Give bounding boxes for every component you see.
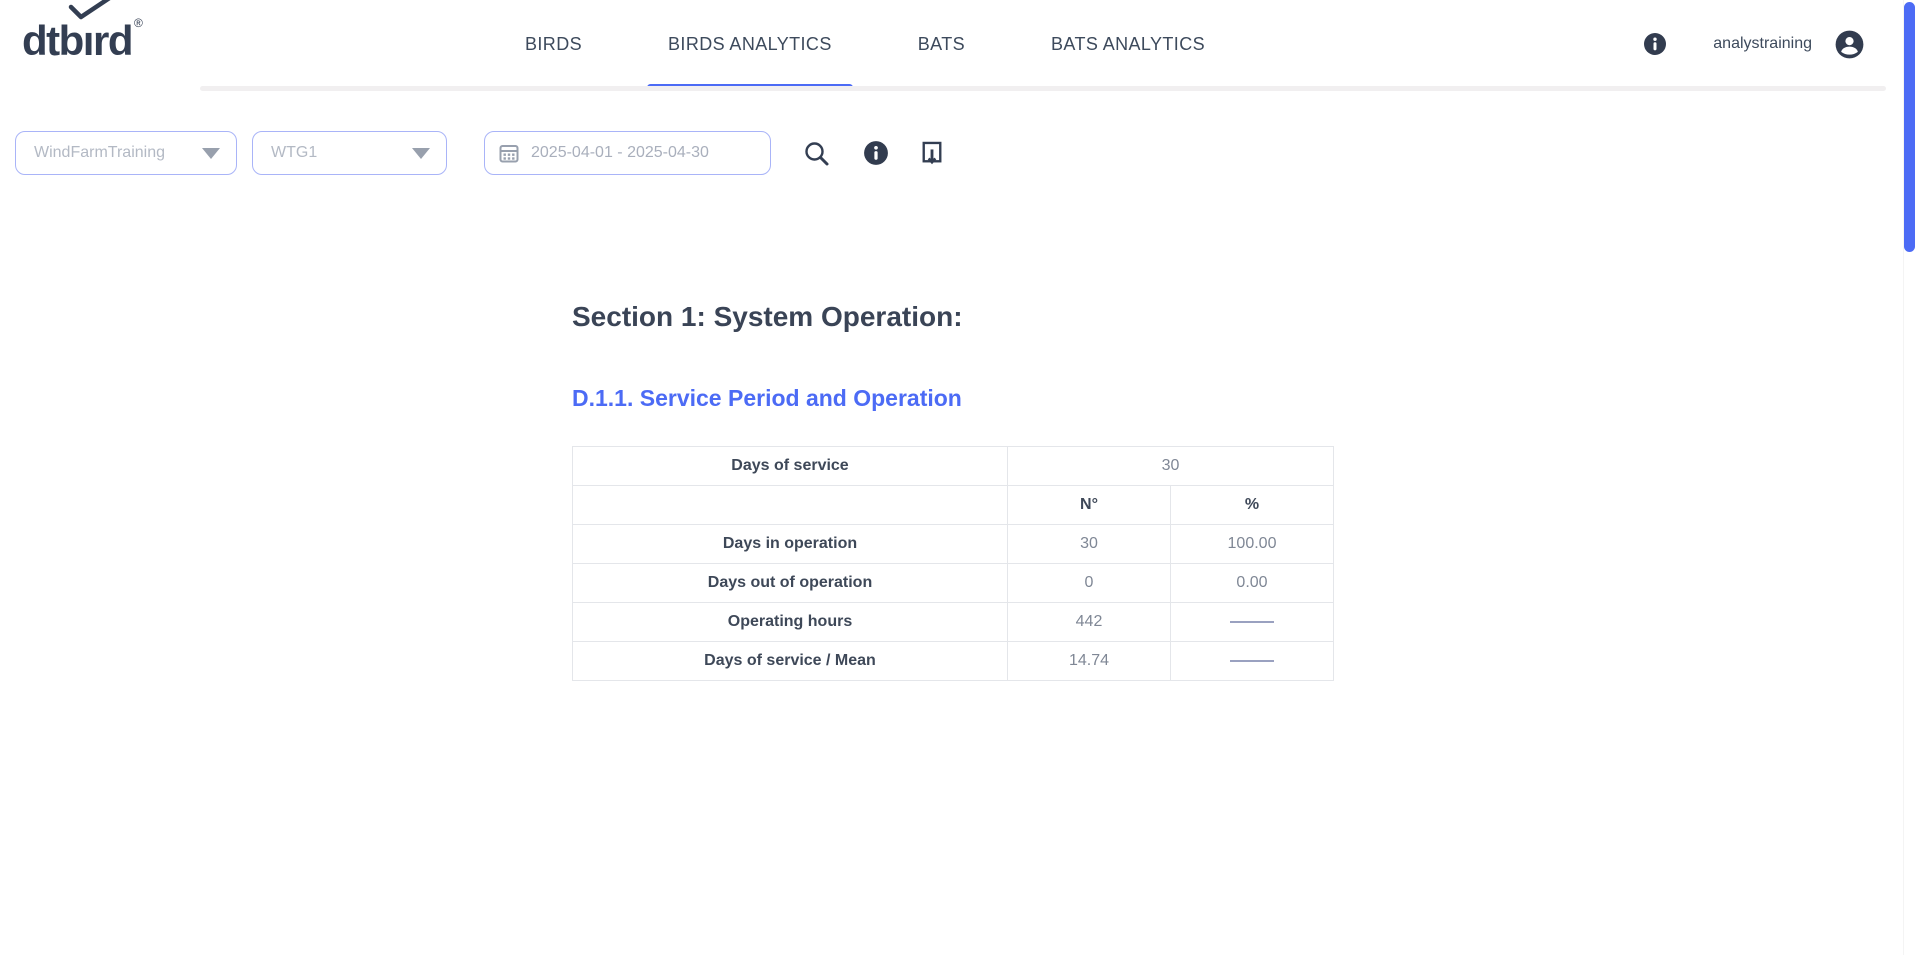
row-pct-value: 100.00 <box>1171 525 1334 564</box>
row-label: Days in operation <box>573 525 1008 564</box>
section-title: Section 1: System Operation: <box>572 300 1372 334</box>
dtbird-logo[interactable]: dtbırd® <box>22 16 143 65</box>
calendar-icon <box>499 143 519 163</box>
row-pct-empty <box>1171 603 1334 642</box>
empty-cell <box>573 486 1008 525</box>
row-n-value: 30 <box>1008 525 1171 564</box>
row-pct-value: 0.00 <box>1171 564 1334 603</box>
report-content: Section 1: System Operation: D.1.1. Serv… <box>572 0 1372 681</box>
user-avatar-icon[interactable] <box>1835 30 1864 59</box>
table-row: Operating hours 442 <box>573 603 1334 642</box>
registered-trademark: ® <box>134 16 143 30</box>
row-n-value: 0 <box>1008 564 1171 603</box>
checkmark-icon <box>68 0 114 21</box>
column-header-pct: % <box>1171 486 1334 525</box>
row-n-value: 14.74 <box>1008 642 1171 681</box>
chevron-down-icon <box>412 148 430 159</box>
logo-text-pre: dtb <box>22 17 83 64</box>
table-row: Days of service 30 <box>573 447 1334 486</box>
windfarm-select[interactable]: WindFarmTraining <box>15 131 237 175</box>
row-pct-empty <box>1171 642 1334 681</box>
windfarm-select-value: WindFarmTraining <box>34 144 165 162</box>
header-right-cluster: analystraining <box>1643 0 1864 88</box>
scrollbar-thumb[interactable] <box>1904 2 1915 252</box>
page: dtbırd® BIRDS BIRDS ANALYTICS BATS BATS … <box>0 0 1920 955</box>
table-row: Days of service / Mean 14.74 <box>573 642 1334 681</box>
logo-text-post: rd <box>93 17 132 64</box>
logo-letter-i: ı <box>83 17 93 65</box>
row-label: Days out of operation <box>573 564 1008 603</box>
turbine-select-value: WTG1 <box>271 144 317 162</box>
row-label: Days of service <box>573 447 1008 486</box>
row-value: 30 <box>1008 447 1334 486</box>
service-period-table: Days of service 30 N° % Days in operatio… <box>572 446 1334 681</box>
row-n-value: 442 <box>1008 603 1171 642</box>
turbine-select[interactable]: WTG1 <box>252 131 447 175</box>
row-label: Days of service / Mean <box>573 642 1008 681</box>
column-header-n: N° <box>1008 486 1171 525</box>
table-row: Days in operation 30 100.00 <box>573 525 1334 564</box>
table-row: Days out of operation 0 0.00 <box>573 564 1334 603</box>
chevron-down-icon <box>202 148 220 159</box>
no-value-dash <box>1230 660 1274 662</box>
subsection-title: D.1.1. Service Period and Operation <box>572 384 1372 412</box>
row-label: Operating hours <box>573 603 1008 642</box>
info-icon[interactable] <box>1643 32 1667 56</box>
scrollbar-track[interactable] <box>1903 0 1920 955</box>
no-value-dash <box>1230 621 1274 623</box>
username-label: analystraining <box>1713 35 1812 53</box>
table-header-row: N° % <box>573 486 1334 525</box>
